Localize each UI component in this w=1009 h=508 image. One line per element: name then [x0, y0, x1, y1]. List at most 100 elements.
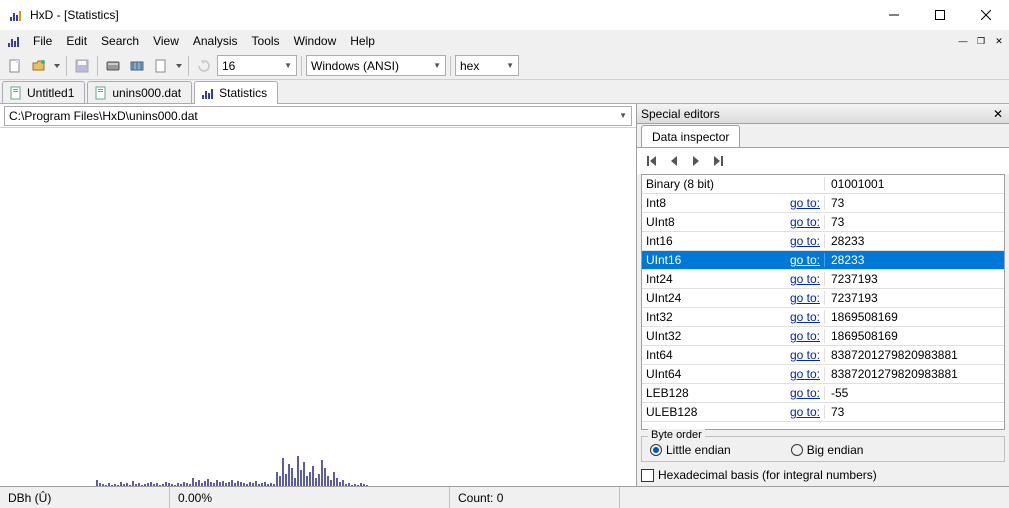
value-cell[interactable]: 01001001 [824, 177, 1004, 191]
radio-little-endian[interactable]: Little endian [650, 443, 731, 457]
special-editors-panel: Special editors ✕ Data inspector Binary … [637, 104, 1009, 486]
value-cell[interactable]: 1869508169 [824, 310, 1004, 324]
tab-data-inspector[interactable]: Data inspector [641, 125, 740, 147]
stat-icon [201, 86, 215, 100]
value-cell[interactable]: 8387201279820983881 [824, 348, 1004, 362]
menu-view[interactable]: View [146, 32, 186, 50]
workspace: C:\Program Files\HxD\unins000.dat ▼ Spec… [0, 104, 1009, 486]
inspector-row[interactable]: LEB128 go to: -55 [642, 384, 1004, 403]
inspector-row[interactable]: UInt16go to:28233 [642, 251, 1004, 270]
file-button[interactable] [150, 55, 172, 77]
mdi-close[interactable]: ✕ [991, 34, 1007, 48]
app-icon [8, 7, 24, 23]
refresh-button [193, 55, 215, 77]
nav-prev[interactable] [665, 152, 683, 170]
radio-icon [650, 444, 662, 456]
histogram-chart[interactable] [0, 128, 636, 486]
disk-button[interactable] [102, 55, 124, 77]
inspector-row[interactable]: Int24go to:7237193 [642, 270, 1004, 289]
tab-untitled1[interactable]: Untitled1 [2, 81, 85, 103]
value-cell[interactable]: 73 [824, 405, 1004, 419]
hex-basis-checkbox[interactable]: Hexadecimal basis (for integral numbers) [641, 468, 1005, 482]
value-cell[interactable]: 28233 [824, 253, 1004, 267]
goto-cell: go to: [782, 310, 824, 324]
path-text: C:\Program Files\HxD\unins000.dat [9, 109, 619, 123]
inspector-row[interactable]: UInt8go to:73 [642, 213, 1004, 232]
menubar: File Edit Search View Analysis Tools Win… [0, 30, 1009, 52]
tab-label: unins000.dat [112, 86, 181, 100]
inspector-table[interactable]: Binary (8 bit)01001001Int8go to:73UInt8g… [641, 174, 1005, 430]
save-button [71, 55, 93, 77]
goto-link[interactable]: go to: [790, 234, 820, 248]
goto-link[interactable]: go to: [790, 405, 820, 419]
type-label: LEB128 [642, 386, 782, 400]
charset-combo[interactable]: Windows (ANSI) ▼ [306, 55, 446, 76]
file-dropdown[interactable] [174, 55, 184, 77]
goto-cell: go to: [782, 386, 824, 400]
menu-file[interactable]: File [26, 32, 59, 50]
open-dropdown[interactable] [52, 55, 62, 77]
value-cell[interactable]: 73 [824, 196, 1004, 210]
inspector-row[interactable]: Int64 go to: 8387201279820983881 [642, 346, 1004, 365]
menu-analysis[interactable]: Analysis [186, 32, 245, 50]
mdi-restore[interactable]: ❐ [973, 34, 989, 48]
menu-tools[interactable]: Tools [245, 32, 287, 50]
menu-window[interactable]: Window [287, 32, 344, 50]
ram-button[interactable] [126, 55, 148, 77]
value-cell[interactable]: 7237193 [824, 291, 1004, 305]
minimize-button[interactable] [871, 0, 917, 30]
panel-close-button[interactable]: ✕ [991, 107, 1005, 121]
inspector-row[interactable]: Int8go to:73 [642, 194, 1004, 213]
value-cell[interactable]: 28233 [824, 234, 1004, 248]
inspector-row[interactable]: ULEB128 go to: 73 [642, 403, 1004, 422]
width-value: 16 [222, 59, 284, 73]
value-cell[interactable]: 1869508169 [824, 329, 1004, 343]
checkbox-label: Hexadecimal basis (for integral numbers) [658, 468, 877, 482]
tab-unins000[interactable]: unins000.dat [87, 81, 192, 103]
side-title: Special editors [641, 107, 991, 121]
goto-cell: go to: [782, 405, 824, 419]
menu-search[interactable]: Search [94, 32, 146, 50]
goto-link[interactable]: go to: [790, 386, 820, 400]
statusbar: DBh (Û) 0.00% Count: 0 [0, 486, 1009, 508]
nav-last[interactable] [709, 152, 727, 170]
tab-statistics[interactable]: Statistics [194, 81, 278, 104]
inspector-row[interactable]: UInt64go to:8387201279820983881 [642, 365, 1004, 384]
value-cell[interactable]: 7237193 [824, 272, 1004, 286]
path-combo[interactable]: C:\Program Files\HxD\unins000.dat ▼ [4, 106, 632, 126]
radio-big-endian[interactable]: Big endian [791, 443, 864, 457]
inspector-row[interactable]: UInt24 go to: 7237193 [642, 289, 1004, 308]
mdi-minimize[interactable]: ― [955, 34, 971, 48]
nav-first[interactable] [643, 152, 661, 170]
width-combo[interactable]: 16 ▼ [217, 55, 297, 76]
inspector-row[interactable]: UInt32go to:1869508169 [642, 327, 1004, 346]
type-label: ULEB128 [642, 405, 782, 419]
type-label: Int64 [642, 348, 782, 362]
goto-link[interactable]: go to: [790, 310, 820, 324]
inspector-row[interactable]: Binary (8 bit)01001001 [642, 175, 1004, 194]
type-label: UInt24 [642, 291, 782, 305]
goto-link[interactable]: go to: [790, 272, 820, 286]
inspector-row[interactable]: Int16go to:28233 [642, 232, 1004, 251]
new-button[interactable] [4, 55, 26, 77]
goto-link[interactable]: go to: [790, 253, 820, 267]
side-header: Special editors ✕ [637, 104, 1009, 124]
value-cell[interactable]: -55 [824, 386, 1004, 400]
value-cell[interactable]: 73 [824, 215, 1004, 229]
goto-link[interactable]: go to: [790, 348, 820, 362]
goto-link[interactable]: go to: [790, 215, 820, 229]
close-button[interactable] [963, 0, 1009, 30]
goto-link[interactable]: go to: [790, 291, 820, 305]
base-combo[interactable]: hex ▼ [455, 55, 519, 76]
goto-link[interactable]: go to: [790, 196, 820, 210]
menu-edit[interactable]: Edit [59, 32, 94, 50]
nav-next[interactable] [687, 152, 705, 170]
chevron-down-icon: ▼ [433, 61, 441, 70]
goto-link[interactable]: go to: [790, 329, 820, 343]
inspector-row[interactable]: Int32go to:1869508169 [642, 308, 1004, 327]
goto-link[interactable]: go to: [790, 367, 820, 381]
menu-help[interactable]: Help [343, 32, 382, 50]
maximize-button[interactable] [917, 0, 963, 30]
value-cell[interactable]: 8387201279820983881 [824, 367, 1004, 381]
open-button[interactable] [28, 55, 50, 77]
